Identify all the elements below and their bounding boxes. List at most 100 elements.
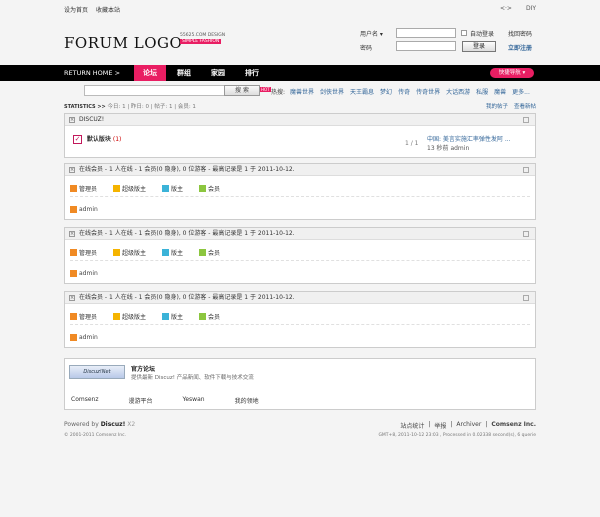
stats-link[interactable]: 站点统计 [400,421,424,430]
powered-by: Powered by [64,421,99,428]
online-icon: × [69,295,75,301]
online-user[interactable]: admin [70,270,98,277]
collapse-icon[interactable] [523,231,529,237]
member-icon [199,185,207,192]
hot-link[interactable]: 传奇世界 [416,87,440,96]
admin-user-icon [70,206,77,213]
hot-link[interactable]: 私服 [476,87,488,96]
online-header: × 在线会员 - 1 人在线 - 1 会员(0 隐身), 0 位游客 - 最高记… [65,228,535,240]
admin-icon [70,249,77,256]
remember-label: 自动登录 [470,31,495,38]
supermod-icon [113,249,121,256]
legend-admin: 管理员 [70,248,97,257]
online-text[interactable]: 在线会员 - 1 人在线 - 1 会员(0 隐身), 0 位游客 - 最高记录是… [79,166,295,173]
nav-ranking[interactable]: 排行 [236,65,268,81]
stats-links: 我的帖子 查看新帖 [486,102,536,110]
nav-forum[interactable]: 论坛 [134,65,166,81]
online-text[interactable]: 在线会员 - 1 人在线 - 1 会员(0 隐身), 0 位游客 - 最高记录是… [79,230,295,237]
diy-link[interactable]: DIY [526,5,536,12]
nav-groups[interactable]: 群组 [168,65,200,81]
search-button[interactable]: 搜 索 [224,85,260,96]
legend-mod: 版主 [162,248,183,257]
legend-supermod: 超级版主 [113,312,146,321]
stats-text: 今日: 1 | 昨日: 0 | 帖子: 1 | 会员: 1 [107,104,196,110]
forum-name[interactable]: 默认版块 [87,136,111,143]
my-posts-link[interactable]: 我的帖子 [486,102,508,110]
logo-subtitle: 55625.COM DESIGN SIMPLE FASHION [180,33,225,44]
discuz-logo-image[interactable]: Discuz!Net [69,365,125,379]
forum-count: (1) [112,136,122,143]
hot-link[interactable]: 天王霸息 [350,87,374,96]
hot-link[interactable]: 大话西游 [446,87,470,96]
footer-time: GMT+8, 2011-10-12 23:03 , Processed in 0… [378,433,536,438]
site-logo[interactable]: FORUM LOGO [64,34,182,52]
return-home-link[interactable]: RETURN HOME > [64,69,120,77]
online-box-2: × 在线会员 - 1 人在线 - 1 会员(0 隐身), 0 位游客 - 最高记… [64,227,536,284]
new-posts-link[interactable]: 查看新帖 [514,102,536,110]
friend-links: Comsenz 漫游平台 Yeswan 我的领地 [71,396,259,405]
hot-link[interactable]: 魔兽世界 [290,87,314,96]
archiver-link[interactable]: Archiver [456,421,481,430]
official-forum-box: Discuz!Net 官方论坛 提供最新 Discuz! 产品新闻、软件下载与技… [64,358,536,410]
online-text[interactable]: 在线会员 - 1 人在线 - 1 会员(0 隐身), 0 位游客 - 最高记录是… [79,294,295,301]
collapse-icon[interactable] [523,117,529,123]
username-input[interactable] [396,28,456,38]
forum-check-icon: ✓ [73,135,82,144]
forgot-password-link[interactable]: 找回密码 [508,29,532,38]
register-link[interactable]: 立即注册 [508,43,532,52]
hot-link-more[interactable]: 更多... [512,87,530,96]
forum-row: ✓ 默认版块 (1) [73,134,121,144]
password-input[interactable] [396,41,456,51]
login-button[interactable]: 登录 [462,41,496,52]
username-label: 用户名 ▾ [360,31,383,38]
set-homepage-link[interactable]: 设为首页 [64,5,88,14]
legend-admin: 管理员 [70,312,97,321]
hot-link[interactable]: 传奇 [398,87,410,96]
category-title[interactable]: DISCUZ! [79,116,104,123]
hot-link[interactable]: 剑侠世界 [320,87,344,96]
collapse-icon[interactable] [523,167,529,173]
search-bar: 帖子 ▾ HOT 搜 索 热搜: 魔兽世界 剑侠世界 天王霸息 梦幻 传奇 传奇… [64,85,536,97]
online-header: × 在线会员 - 1 人在线 - 1 会员(0 隐身), 0 位游客 - 最高记… [65,164,535,176]
member-icon [199,249,207,256]
brand-link[interactable]: Discuz! [101,421,126,428]
forum-category-box: × DISCUZ! ✓ 默认版块 (1) 1 / 1 中国: 美言实施汇率弹性发… [64,113,536,158]
report-link[interactable]: 举报 [434,421,446,430]
hot-link[interactable]: 魔兽 [494,87,506,96]
top-links: 设为首页 收藏本站 [64,5,120,14]
mod-icon [162,313,170,320]
collapse-icon[interactable] [523,295,529,301]
comsenz-link[interactable]: Comsenz Inc. [491,421,536,430]
stats-label: STATISTICS >> [64,104,106,110]
online-legend: 管理员 超级版主 版主 会员 [70,248,220,257]
category-icon: × [69,117,75,123]
hot-link[interactable]: 梦幻 [380,87,392,96]
quick-nav-button[interactable]: 快捷导航 ▾ [490,68,534,78]
legend-supermod: 超级版主 [113,248,146,257]
friend-link[interactable]: 漫游平台 [128,396,152,405]
bookmark-link[interactable]: 收藏本站 [96,5,120,14]
online-user[interactable]: admin [70,334,98,341]
friend-link[interactable]: Comsenz [71,396,98,405]
remember-checkbox[interactable] [461,30,467,36]
divider [70,196,530,197]
nav-home[interactable]: 家园 [202,65,234,81]
friend-link[interactable]: Yeswan [183,396,205,405]
switch-width-icon[interactable]: <·> [500,5,512,12]
official-title[interactable]: 官方论坛 [131,364,155,373]
admin-icon [70,185,77,192]
divider [70,324,530,325]
login-form: 用户名 ▾ 自动登录 找回密码 密码 登录 立即注册 [360,28,536,54]
online-user[interactable]: admin [70,206,98,213]
friend-link[interactable]: 我的领地 [235,396,259,405]
category-header: × DISCUZ! [65,114,535,126]
online-icon: × [69,167,75,173]
online-legend: 管理员 超级版主 版主 会员 [70,184,220,193]
admin-user-icon [70,270,77,277]
last-post-title[interactable]: 中国: 美言实施汇率弹性发阿 ... [427,134,511,143]
mod-icon [162,185,170,192]
supermod-icon [113,185,121,192]
official-desc: 提供最新 Discuz! 产品新闻、软件下载与技术交流 [131,375,254,381]
legend-admin: 管理员 [70,184,97,193]
supermod-icon [113,313,121,320]
